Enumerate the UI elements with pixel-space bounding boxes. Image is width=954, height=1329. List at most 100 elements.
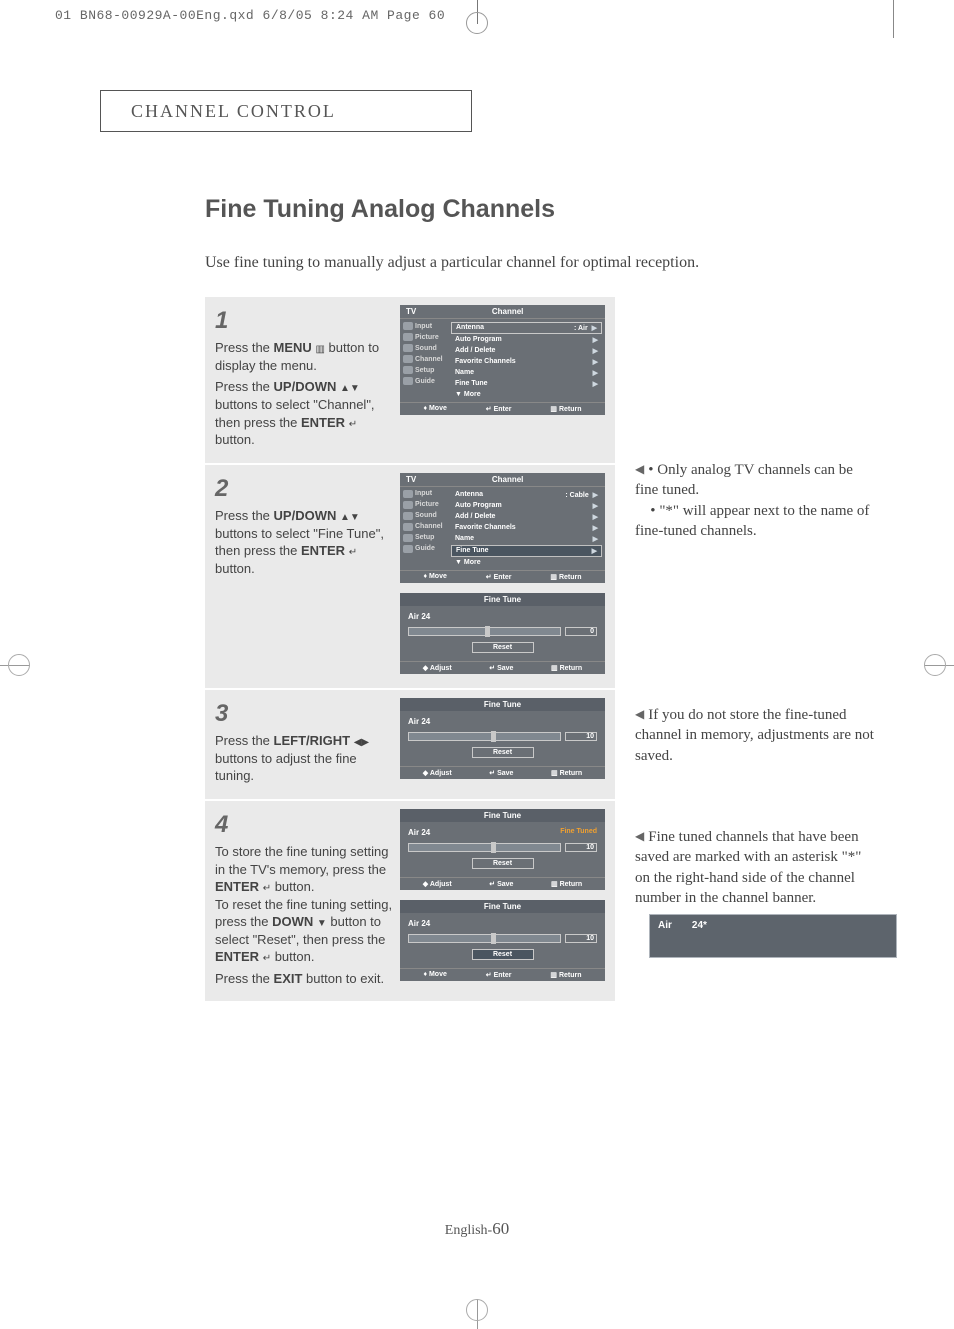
- arrow-icon: ▶: [593, 535, 598, 543]
- step-text: button.: [215, 432, 255, 447]
- footer-lang: English-: [445, 1223, 492, 1238]
- arrow-icon: ▶: [593, 380, 598, 388]
- ft-reset-highlighted: Reset: [472, 949, 534, 960]
- osd-sidebar: Input Picture Sound Channel Setup Guide: [400, 319, 447, 402]
- ft-foot-move: Move: [429, 971, 447, 978]
- ft-foot-return: Return: [560, 770, 583, 777]
- enter-icon: ↵: [349, 547, 357, 558]
- ft-foot-return: Return: [560, 881, 583, 888]
- step-text: To store the fine tuning setting in the …: [215, 844, 388, 877]
- setup-icon: [403, 534, 413, 542]
- side-note-1: • Only analog TV channels can be fine tu…: [635, 460, 875, 541]
- note-text: If you do not store the fine-tuned chann…: [635, 707, 874, 764]
- adjust-icon: ◆: [423, 881, 428, 888]
- step-3: 3 Press the LEFT/RIGHT ◀▶ buttons to adj…: [205, 690, 615, 801]
- step-1: 1 Press the MENU ▥ button to display the…: [205, 297, 615, 465]
- page-title: Fine Tuning Analog Channels: [205, 195, 885, 224]
- step-text: Press the: [215, 508, 274, 523]
- ft-foot-save: Save: [497, 665, 513, 672]
- key-enter: ENTER: [301, 415, 345, 430]
- ft-foot-adjust: Adjust: [430, 881, 452, 888]
- step-number: 2: [215, 473, 395, 505]
- osd-item-name: Name: [455, 535, 474, 543]
- key-enter: ENTER: [215, 949, 259, 964]
- input-icon: [403, 490, 413, 498]
- move-icon: ♦: [423, 971, 427, 978]
- channel-icon: [403, 355, 413, 363]
- ft-channel: Air 24: [408, 612, 430, 621]
- ft-tuned-label: Fine Tuned: [560, 828, 597, 837]
- arrow-icon: ▶: [593, 336, 598, 344]
- move-icon: ♦: [423, 573, 427, 580]
- section-header-text: CHANNEL CONTROL: [131, 101, 336, 122]
- picture-icon: [403, 501, 413, 509]
- enter-icon: ↵: [486, 406, 492, 413]
- save-icon: ↵: [489, 665, 495, 672]
- ft-title: Fine Tune: [400, 900, 605, 913]
- ft-slider: [408, 934, 561, 943]
- ft-foot-save: Save: [497, 770, 513, 777]
- sound-icon: [403, 344, 413, 352]
- enter-icon: ↵: [486, 574, 492, 581]
- ft-title: Fine Tune: [400, 698, 605, 711]
- ft-value: 10: [565, 934, 597, 943]
- osd-item-autoprogram: Auto Program: [455, 502, 502, 510]
- updown-icon: ▲▼: [340, 383, 360, 394]
- step-text: buttons to adjust the fine tuning.: [215, 751, 357, 784]
- section-header: CHANNEL CONTROL: [100, 90, 472, 132]
- move-icon: ♦: [423, 405, 427, 412]
- osd-fine-tune-adjusted: Fine Tune Air 24 10 Reset ◆ Adjust ↵ Sav…: [400, 698, 605, 779]
- print-slug: 01 BN68-00929A-00Eng.qxd 6/8/05 8:24 AM …: [55, 8, 445, 23]
- ft-foot-enter: Enter: [494, 972, 512, 979]
- osd-list: Antenna: Air ▶ Auto Program▶ Add / Delet…: [447, 319, 605, 402]
- arrow-icon: ▶: [593, 369, 598, 377]
- channel-icon: [403, 523, 413, 531]
- ft-value: 0: [565, 627, 597, 636]
- osd-side-item: Sound: [415, 345, 437, 352]
- osd-title: Channel: [492, 307, 524, 316]
- ft-slider: [408, 732, 561, 741]
- footer-page-number: 60: [492, 1219, 509, 1238]
- save-icon: ↵: [489, 770, 495, 777]
- osd-side-item: Guide: [415, 545, 435, 552]
- channel-banner: Air24*: [649, 914, 897, 958]
- step-2: 2 Press the UP/DOWN ▲▼ buttons to select…: [205, 465, 615, 690]
- ft-foot-adjust: Adjust: [430, 665, 452, 672]
- step-text: Press the: [215, 340, 274, 355]
- menu-icon: ▥: [315, 344, 324, 355]
- osd-channel-menu-finetune: TVChannel Input Picture Sound Channel Se…: [400, 473, 605, 583]
- osd-item-favorite: Favorite Channels: [455, 358, 516, 366]
- ft-slider: [408, 627, 561, 636]
- key-down: DOWN: [272, 914, 313, 929]
- return-icon: ▥: [551, 770, 558, 777]
- enter-icon: ↵: [486, 972, 492, 979]
- crop-mark: [893, 0, 894, 38]
- input-icon: [403, 322, 413, 330]
- osd-item-autoprogram: Auto Program: [455, 336, 502, 344]
- osd-foot-move: Move: [429, 405, 447, 412]
- osd-side-item: Setup: [415, 367, 434, 374]
- arrow-icon: ▶: [592, 547, 597, 555]
- side-note-3: Fine tuned channels that have been saved…: [635, 827, 875, 958]
- arrow-icon: ▶: [593, 502, 598, 510]
- ft-title: Fine Tune: [400, 809, 605, 822]
- osd-item-name: Name: [455, 369, 474, 377]
- osd-more: More: [464, 559, 481, 566]
- ft-value: 10: [565, 732, 597, 741]
- osd-tv-label: TV: [406, 475, 416, 484]
- ft-title: Fine Tune: [400, 593, 605, 606]
- osd-item-antenna: Antenna: [455, 491, 483, 499]
- osd-tv-label: TV: [406, 307, 416, 316]
- osd-side-item: Picture: [415, 501, 439, 508]
- osd-foot-enter: Enter: [494, 574, 512, 581]
- note-text: "*" will appear next to the name of fine…: [635, 503, 869, 539]
- step-text: Press the: [215, 971, 274, 986]
- ft-channel: Air 24: [408, 717, 430, 726]
- osd-list: Antenna: Cable ▶ Auto Program▶ Add / Del…: [447, 487, 605, 570]
- down-icon: ▼: [317, 918, 327, 929]
- key-menu: MENU: [274, 340, 312, 355]
- step-text: buttons to select "Fine Tune", then pres…: [215, 526, 384, 559]
- enter-icon: ↵: [263, 953, 271, 964]
- arrow-icon: ▶: [593, 492, 598, 499]
- osd-side-item: Channel: [415, 523, 443, 530]
